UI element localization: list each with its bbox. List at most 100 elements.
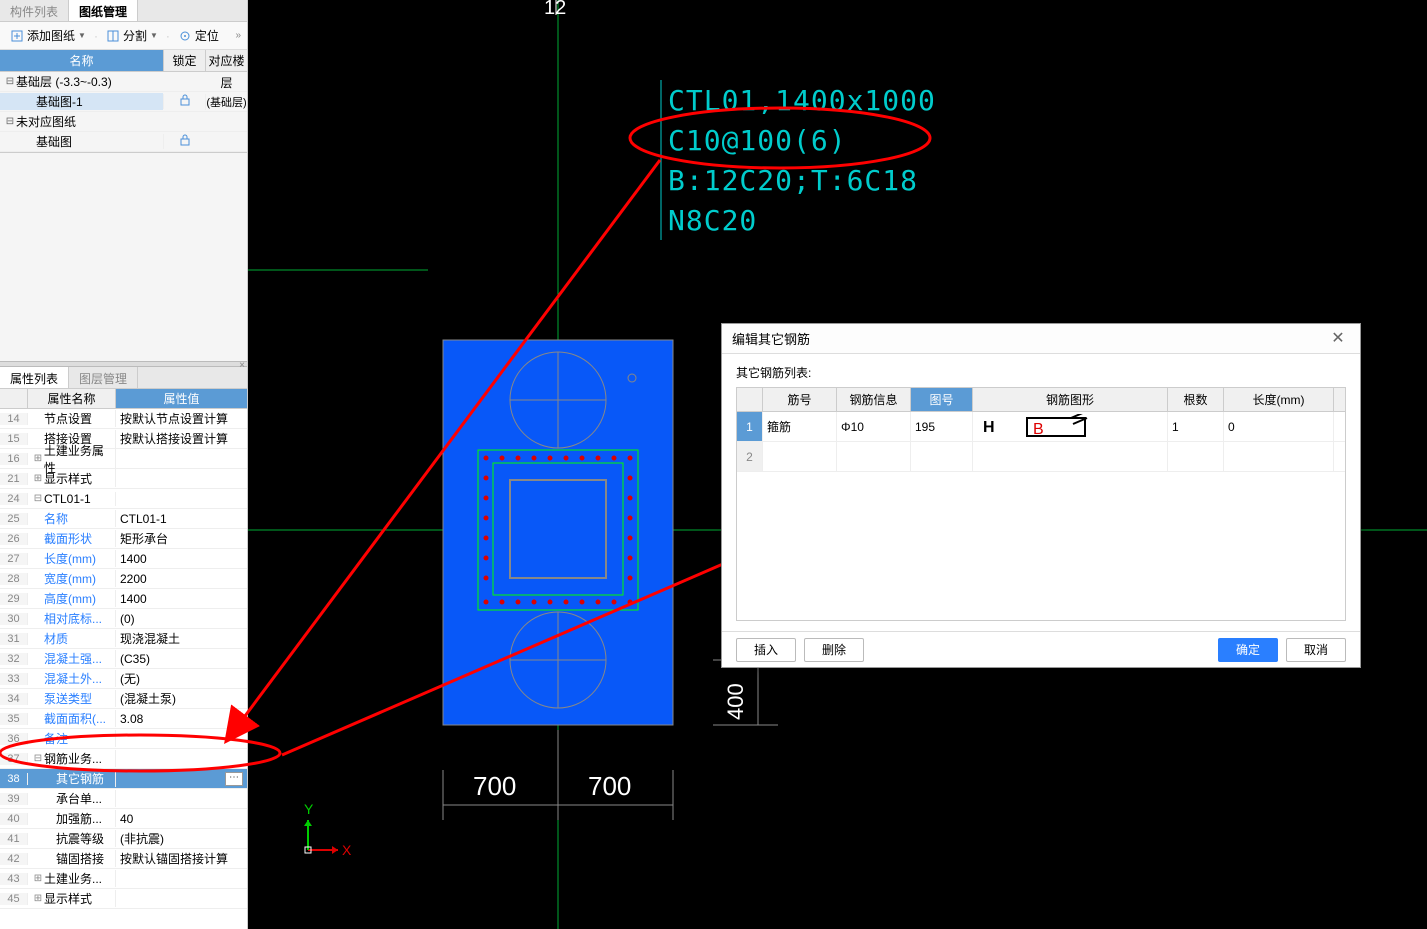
prop-row-27[interactable]: 27长度(mm)1400 bbox=[0, 549, 247, 569]
add-drawing-label: 添加图纸 bbox=[27, 27, 75, 44]
property-header: 属性名称 属性值 bbox=[0, 389, 247, 409]
row-number: 1 bbox=[737, 412, 763, 441]
prop-row-32[interactable]: 32混凝土强...(C35) bbox=[0, 649, 247, 669]
ok-button[interactable]: 确定 bbox=[1218, 638, 1278, 662]
tab-property-list[interactable]: 属性列表 bbox=[0, 367, 69, 388]
tree-row-unassigned[interactable]: ⊟未对应图纸 bbox=[0, 112, 247, 132]
split-button[interactable]: 分割 ▼ bbox=[102, 25, 162, 46]
prop-row-16[interactable]: 16⊞土建业务属性 bbox=[0, 449, 247, 469]
table-row-2[interactable]: 2 bbox=[737, 442, 1345, 472]
prop-row-26[interactable]: 26截面形状矩形承台 bbox=[0, 529, 247, 549]
expand-icon[interactable]: ⊞ bbox=[32, 873, 44, 884]
dialog-titlebar[interactable]: 编辑其它钢筋 ✕ bbox=[722, 324, 1360, 354]
cell-rebar-no[interactable]: 箍筋 bbox=[763, 412, 837, 441]
collapse-icon[interactable]: ⊟ bbox=[4, 116, 16, 127]
th-rebar-shape: 钢筋图形 bbox=[973, 388, 1168, 411]
prop-row-38-other-rebar[interactable]: 38其它钢筋⋯ bbox=[0, 769, 247, 789]
tab-layer-manage[interactable]: 图层管理 bbox=[69, 367, 138, 388]
th-shape-no[interactable]: 图号 bbox=[911, 388, 973, 411]
prop-row-35[interactable]: 35截面面积(...3.08 bbox=[0, 709, 247, 729]
chevron-down-icon: ▼ bbox=[78, 31, 86, 40]
prop-row-40[interactable]: 40加强筋...40 bbox=[0, 809, 247, 829]
cell-rebar-info[interactable]: Φ10 bbox=[837, 412, 911, 441]
expand-icon[interactable]: ⊞ bbox=[32, 453, 44, 464]
th-count: 根数 bbox=[1168, 388, 1224, 411]
prop-row-45[interactable]: 45⊞显示样式 bbox=[0, 889, 247, 909]
drawing-toolbar: 添加图纸 ▼ · 分割 ▼ · 定位 » bbox=[0, 22, 247, 50]
collapse-icon[interactable]: ⊟ bbox=[32, 753, 44, 764]
split-label: 分割 bbox=[123, 27, 147, 44]
prop-row-37[interactable]: 37⊟钢筋业务... bbox=[0, 749, 247, 769]
th-rebar-info: 钢筋信息 bbox=[837, 388, 911, 411]
tree-label: 未对应图纸 bbox=[16, 113, 76, 130]
tab-component-list[interactable]: 构件列表 bbox=[0, 0, 69, 21]
th-length: 长度(mm) bbox=[1224, 388, 1334, 411]
prop-row-25[interactable]: 25名称CTL01-1 bbox=[0, 509, 247, 529]
chevron-down-icon: ▼ bbox=[150, 31, 158, 40]
prop-row-36[interactable]: 36备注 bbox=[0, 729, 247, 749]
delete-button[interactable]: 删除 bbox=[804, 638, 864, 662]
cell-length[interactable]: 0 bbox=[1224, 412, 1334, 441]
tree-row-foundation-drawing-1[interactable]: 基础图-1 (基础层) bbox=[0, 92, 247, 112]
axis-x-label: X bbox=[342, 842, 352, 858]
property-tabs: 属性列表 图层管理 bbox=[0, 367, 247, 389]
row-number: 2 bbox=[737, 442, 763, 471]
property-header-value: 属性值 bbox=[116, 389, 247, 408]
close-icon[interactable]: × bbox=[239, 360, 245, 371]
cell-rebar-shape[interactable]: H B bbox=[973, 412, 1168, 441]
table-row-1[interactable]: 1 箍筋 Φ10 195 H B 1 0 bbox=[737, 412, 1345, 442]
prop-row-34[interactable]: 34泵送类型(混凝土泵) bbox=[0, 689, 247, 709]
axis-label-12: 12 bbox=[544, 0, 566, 19]
expand-icon[interactable]: ⊞ bbox=[32, 473, 44, 484]
prop-row-33[interactable]: 33混凝土外...(无) bbox=[0, 669, 247, 689]
cell-count[interactable]: 1 bbox=[1168, 412, 1224, 441]
prop-row-28[interactable]: 28宽度(mm)2200 bbox=[0, 569, 247, 589]
rebar-shape-icon: H B bbox=[977, 414, 1097, 440]
cad-text-b12: B:12C20;T:6C18 bbox=[668, 164, 918, 197]
tree-header-floor: 对应楼层 bbox=[205, 50, 247, 71]
toolbar-more-icon[interactable]: » bbox=[235, 30, 241, 41]
add-drawing-button[interactable]: 添加图纸 ▼ bbox=[6, 25, 90, 46]
dim-700-b: 700 bbox=[588, 771, 631, 801]
tree-floor: (基础层) bbox=[205, 94, 247, 110]
prop-row-30[interactable]: 30相对底标...(0) bbox=[0, 609, 247, 629]
th-index bbox=[737, 388, 763, 411]
tree-label: 基础图 bbox=[16, 133, 72, 150]
collapse-icon[interactable]: ⊟ bbox=[4, 76, 16, 87]
cad-text-ctl: CTL01,1400x1000 bbox=[668, 84, 936, 117]
cell-shape-no[interactable]: 195 bbox=[911, 412, 973, 441]
tree-label: 基础层 (-3.3~-0.3) bbox=[16, 73, 112, 90]
prop-row-43[interactable]: 43⊞土建业务... bbox=[0, 869, 247, 889]
prop-row-21[interactable]: 21⊞显示样式 bbox=[0, 469, 247, 489]
prop-row-41[interactable]: 41抗震等级(非抗震) bbox=[0, 829, 247, 849]
collapse-icon[interactable]: ⊟ bbox=[32, 493, 44, 504]
tree-header: 名称 锁定 对应楼层 bbox=[0, 50, 247, 72]
prop-row-42[interactable]: 42锚固搭接按默认锚固搭接计算 bbox=[0, 849, 247, 869]
lock-icon[interactable] bbox=[163, 134, 205, 149]
more-button[interactable]: ⋯ bbox=[225, 772, 243, 786]
tree-row-foundation-drawing[interactable]: 基础图 bbox=[0, 132, 247, 152]
tab-drawing-manage[interactable]: 图纸管理 bbox=[69, 0, 138, 21]
close-button[interactable]: ✕ bbox=[1326, 327, 1350, 351]
prop-row-29[interactable]: 29高度(mm)1400 bbox=[0, 589, 247, 609]
property-header-name: 属性名称 bbox=[28, 389, 116, 408]
prop-row-24[interactable]: 24⊟CTL01-1 bbox=[0, 489, 247, 509]
dim-700-a: 700 bbox=[473, 771, 516, 801]
prop-row-31[interactable]: 31材质现浇混凝土 bbox=[0, 629, 247, 649]
cad-text-n8: N8C20 bbox=[668, 204, 757, 237]
lock-icon[interactable] bbox=[163, 94, 205, 109]
cad-text-c10: C10@100(6) bbox=[668, 124, 847, 157]
cancel-button[interactable]: 取消 bbox=[1286, 638, 1346, 662]
th-rebar-no: 筋号 bbox=[763, 388, 837, 411]
expand-icon[interactable]: ⊞ bbox=[32, 893, 44, 904]
tree-row-foundation-level[interactable]: ⊟基础层 (-3.3~-0.3) bbox=[0, 72, 247, 92]
top-tabs: 构件列表 图纸管理 bbox=[0, 0, 247, 22]
locate-button[interactable]: 定位 bbox=[174, 25, 223, 46]
prop-row-14[interactable]: 14节点设置按默认节点设置计算 bbox=[0, 409, 247, 429]
dialog-title: 编辑其它钢筋 bbox=[732, 329, 1326, 348]
locate-icon bbox=[178, 29, 192, 43]
panel-splitter[interactable]: × bbox=[0, 361, 247, 367]
tree-header-lock: 锁定 bbox=[163, 50, 205, 71]
insert-button[interactable]: 插入 bbox=[736, 638, 796, 662]
prop-row-39[interactable]: 39承台单... bbox=[0, 789, 247, 809]
